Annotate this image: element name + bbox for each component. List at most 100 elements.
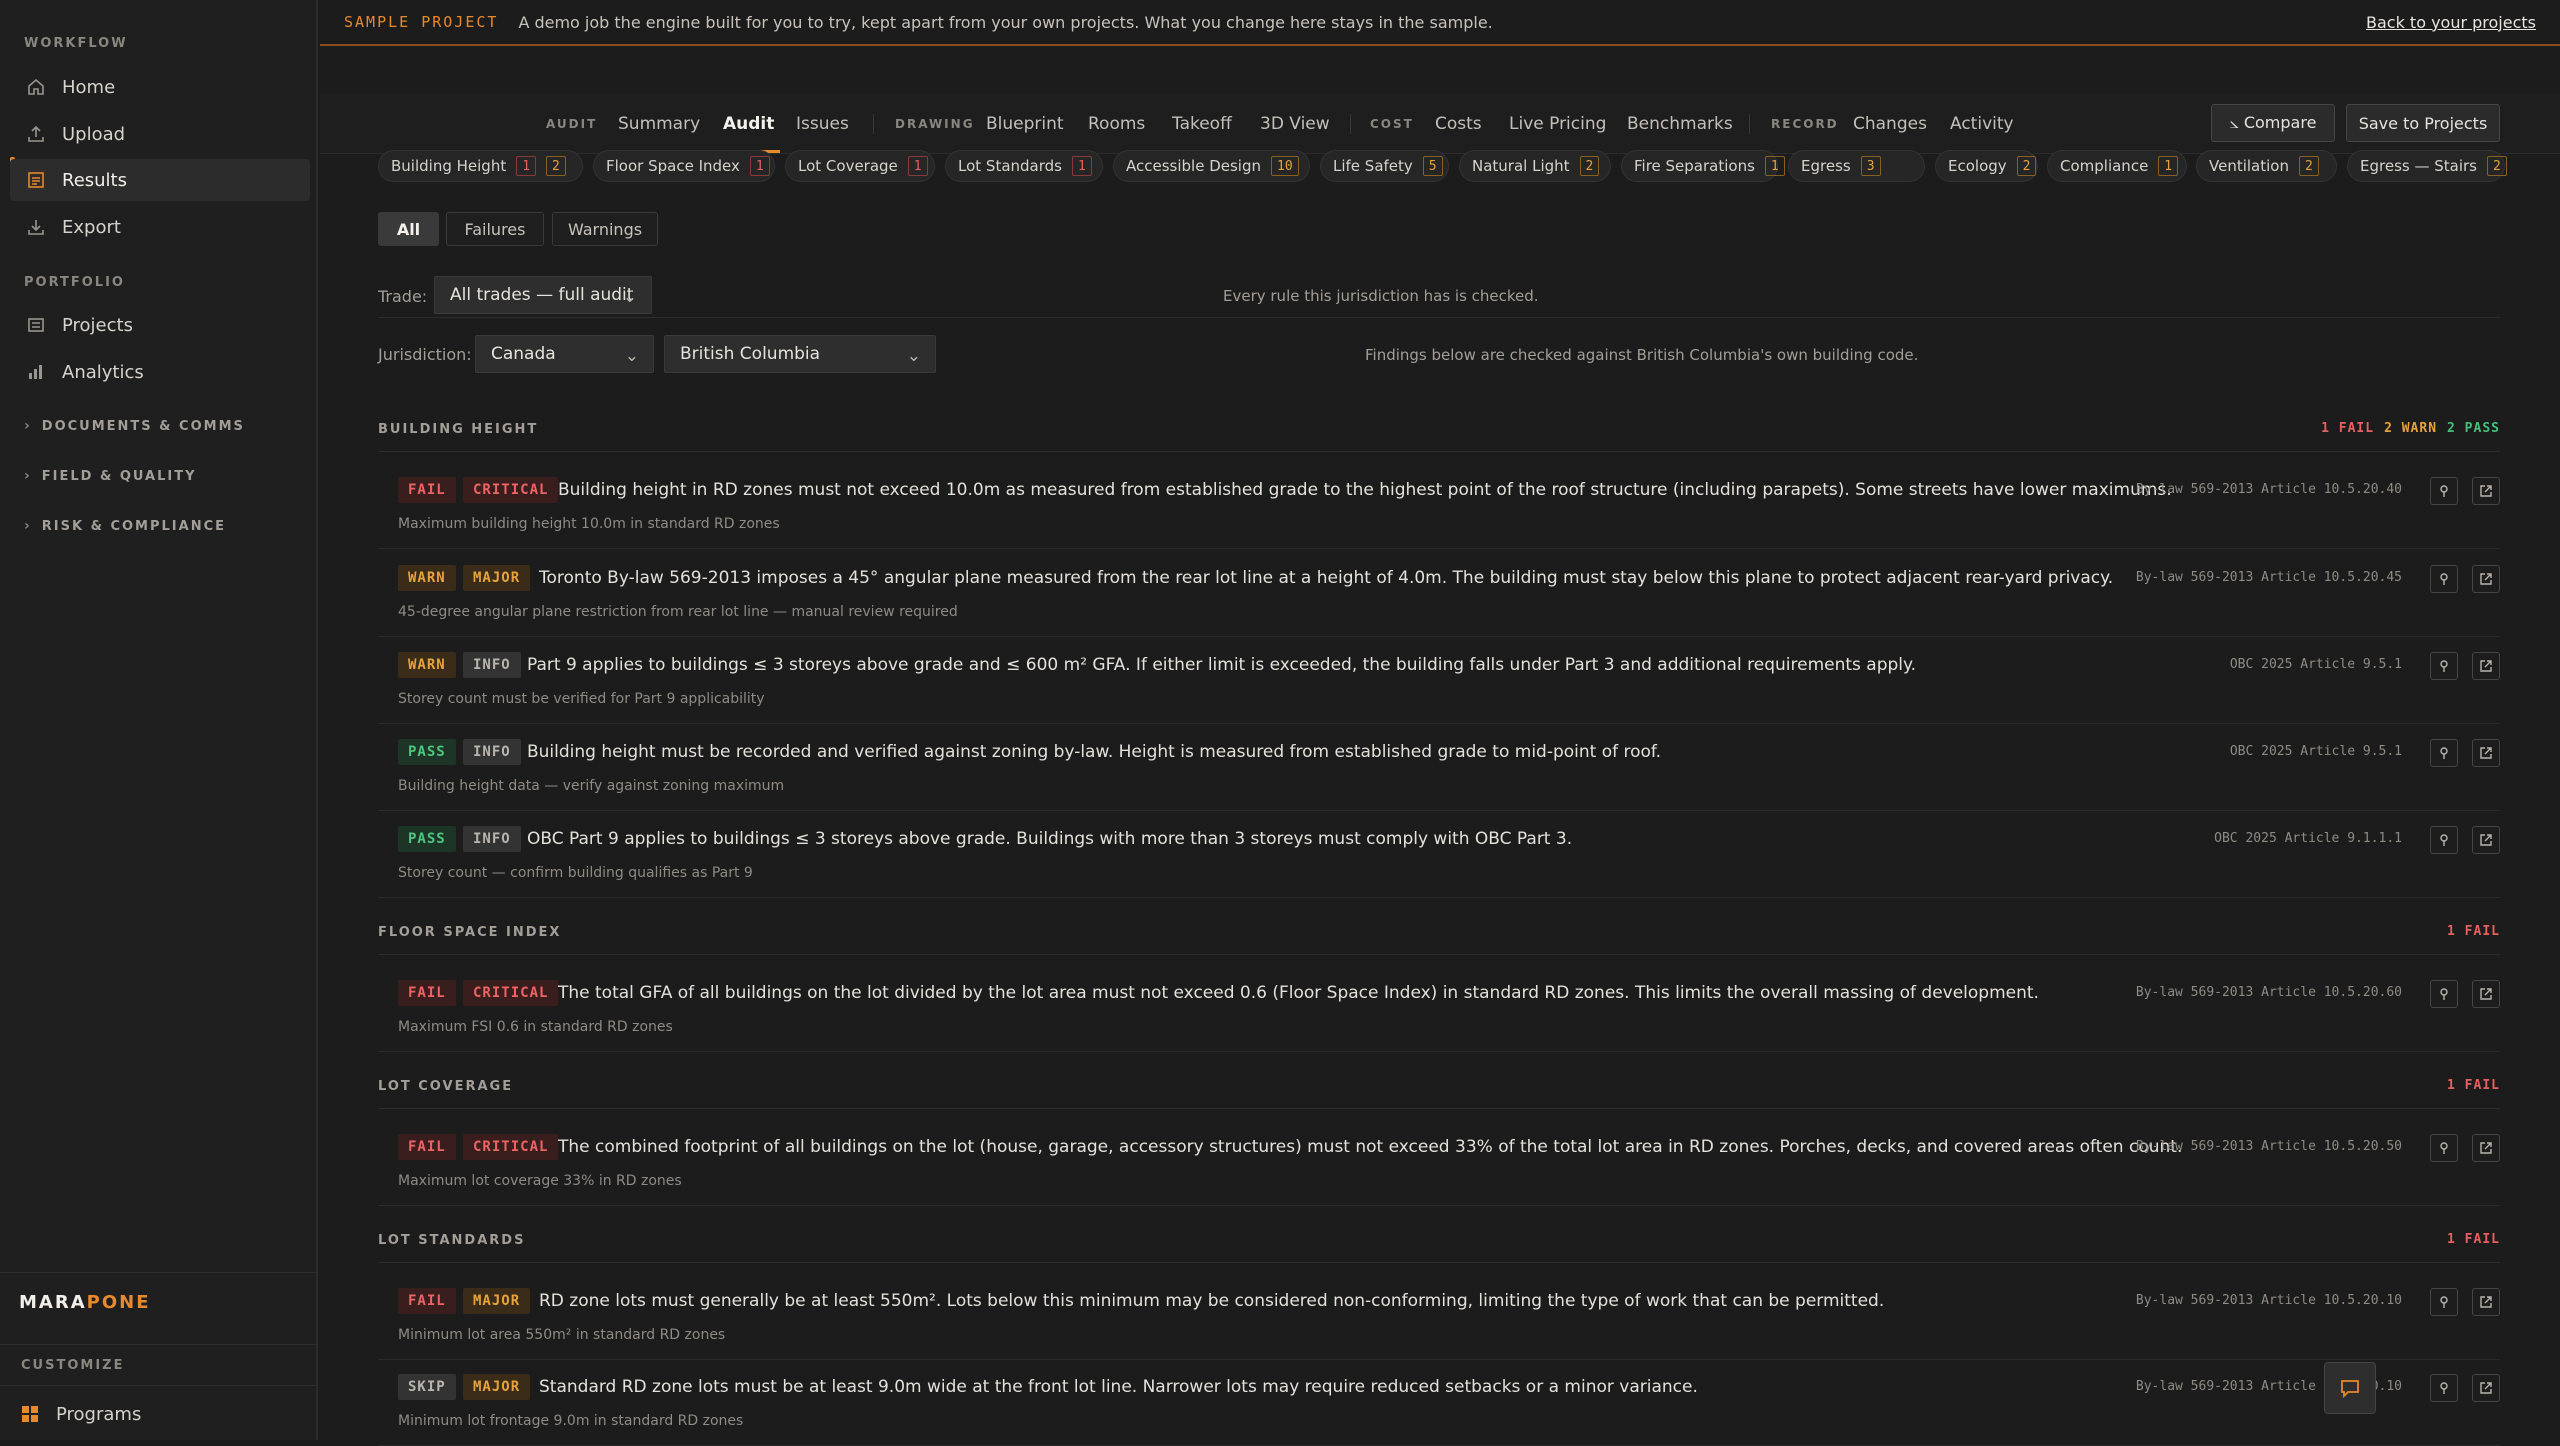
finding-text: Standard RD zone lots must be at least 9… xyxy=(539,1377,1698,1397)
locate-pin-button[interactable] xyxy=(2430,1374,2458,1402)
sidebar-item-projects[interactable]: Projects xyxy=(10,304,310,346)
locate-pin-button[interactable] xyxy=(2430,652,2458,680)
section-count: 1 FAIL xyxy=(2447,924,2500,939)
country-select[interactable]: Canada ⌄ xyxy=(475,335,654,373)
chip-building-height[interactable]: Building Height 1 2 xyxy=(378,150,583,182)
chip-ventilation[interactable]: Ventilation 2 xyxy=(2196,150,2337,182)
open-external-button[interactable] xyxy=(2472,1134,2500,1162)
open-external-button[interactable] xyxy=(2472,565,2500,593)
chip-natural-light[interactable]: Natural Light 2 xyxy=(1459,150,1611,182)
save-to-projects-button[interactable]: Save to Projects xyxy=(2346,104,2500,142)
finding-row[interactable]: PASS INFO Building height must be recorded… xyxy=(378,723,2500,811)
open-external-button[interactable] xyxy=(2472,826,2500,854)
tab-3d-view[interactable]: 3D View xyxy=(1260,94,1330,154)
locate-pin-button[interactable] xyxy=(2430,826,2458,854)
finding-detail: Minimum lot area 550m² in standard RD zo… xyxy=(398,1327,726,1343)
finding-text: Part 9 applies to buildings ≤ 3 storeys … xyxy=(527,655,1917,675)
tab-changes[interactable]: Changes xyxy=(1853,94,1927,154)
tab-summary[interactable]: Summary xyxy=(618,94,700,154)
divider xyxy=(378,317,2500,318)
back-to-projects-link[interactable]: Back to your projects xyxy=(2366,13,2536,32)
severity-badge: INFO xyxy=(463,826,521,852)
locate-pin-button[interactable] xyxy=(2430,477,2458,505)
tab-takeoff[interactable]: Takeoff xyxy=(1172,94,1232,154)
open-external-button[interactable] xyxy=(2472,1374,2500,1402)
group-risk-compliance[interactable]: › RISK & COMPLIANCE xyxy=(24,518,226,534)
finding-row[interactable]: FAIL CRITICAL The combined footprint of al… xyxy=(378,1118,2500,1206)
group-label: FIELD & QUALITY xyxy=(41,468,197,484)
external-link-icon xyxy=(2480,573,2492,585)
tab-blueprint[interactable]: Blueprint xyxy=(986,94,1064,154)
locate-pin-button[interactable] xyxy=(2430,565,2458,593)
code-reference: OBC 2025 Article 9.5.1 xyxy=(2229,744,2402,759)
chip-floor-space-index[interactable]: Floor Space Index 1 xyxy=(593,150,775,182)
severity-badge: MAJOR xyxy=(463,1288,531,1314)
tab-rooms[interactable]: Rooms xyxy=(1088,94,1145,154)
finding-row[interactable]: SKIP MAJOR Standard RD zone lots must be a… xyxy=(378,1358,2500,1446)
finding-detail: Building height data — verify against zo… xyxy=(398,778,785,794)
trade-select[interactable]: All trades — full audit ⌄ xyxy=(434,276,652,314)
chip-lot-coverage[interactable]: Lot Coverage 1 xyxy=(785,150,935,182)
sidebar-item-home[interactable]: Home xyxy=(10,66,310,108)
locate-pin-button[interactable] xyxy=(2430,739,2458,767)
chip-label: Egress xyxy=(1801,157,1851,175)
section-count: 2 PASS xyxy=(2447,421,2500,436)
chevron-right-icon: › xyxy=(24,468,30,484)
chip-label: Egress — Stairs xyxy=(2360,157,2477,175)
finding-row[interactable]: WARN INFO Part 9 applies to buildings ≤ 3 … xyxy=(378,636,2500,724)
group-field-quality[interactable]: › FIELD & QUALITY xyxy=(24,468,197,484)
chip-egress-stairs[interactable]: Egress — Stairs 2 xyxy=(2347,150,2507,182)
sidebar-item-export[interactable]: Export xyxy=(10,206,310,248)
open-external-button[interactable] xyxy=(2472,1288,2500,1316)
finding-row[interactable]: FAIL MAJOR RD zone lots must generally be … xyxy=(378,1272,2500,1360)
filter-failures[interactable]: Failures xyxy=(446,212,544,246)
sidebar-item-analytics[interactable]: Analytics xyxy=(10,351,310,393)
open-external-button[interactable] xyxy=(2472,980,2500,1008)
compare-button[interactable]: ⦣ Compare xyxy=(2211,104,2335,142)
external-link-icon xyxy=(2480,834,2492,846)
chip-ecology[interactable]: Ecology 2 xyxy=(1935,150,2038,182)
sidebar-item-programs[interactable]: Programs xyxy=(4,1393,304,1435)
tab-live-pricing[interactable]: Live Pricing xyxy=(1509,94,1606,154)
severity-badge: INFO xyxy=(463,652,521,678)
group-label: RISK & COMPLIANCE xyxy=(41,518,226,534)
locate-pin-button[interactable] xyxy=(2430,980,2458,1008)
chip-life-safety[interactable]: Life Safety 5 xyxy=(1320,150,1449,182)
finding-row[interactable]: FAIL CRITICAL The total GFA of all buildin… xyxy=(378,964,2500,1052)
grid-icon xyxy=(20,1404,40,1424)
chevron-right-icon: › xyxy=(24,418,30,434)
filter-warnings[interactable]: Warnings xyxy=(552,212,658,246)
finding-row[interactable]: FAIL CRITICAL Building height in RD zones … xyxy=(378,461,2500,549)
group-documents-comms[interactable]: › DOCUMENTS & COMMS xyxy=(24,418,245,434)
tab-audit[interactable]: Audit xyxy=(723,94,774,154)
chip-accessible-design[interactable]: Accessible Design 10 xyxy=(1113,150,1310,182)
sidebar-item-results[interactable]: Results xyxy=(10,159,310,201)
finding-text: OBC Part 9 applies to buildings ≤ 3 stor… xyxy=(527,829,1573,849)
tab-benchmarks[interactable]: Benchmarks xyxy=(1627,94,1733,154)
severity-badge: MAJOR xyxy=(463,565,531,591)
external-link-icon xyxy=(2480,1142,2492,1154)
chip-lot-standards[interactable]: Lot Standards 1 xyxy=(945,150,1103,182)
finding-detail: Maximum building height 10.0m in standar… xyxy=(398,516,780,532)
filter-all[interactable]: All xyxy=(378,212,439,246)
locate-pin-button[interactable] xyxy=(2430,1134,2458,1162)
sidebar-item-label: Projects xyxy=(62,314,133,336)
open-external-button[interactable] xyxy=(2472,477,2500,505)
open-external-button[interactable] xyxy=(2472,739,2500,767)
jurisdiction-note: Findings below are checked against Briti… xyxy=(1365,346,1919,364)
finding-row[interactable]: WARN MAJOR Toronto By-law 569-2013 imposes… xyxy=(378,549,2500,637)
tab-costs[interactable]: Costs xyxy=(1435,94,1482,154)
sidebar: WORKFLOW Home Upload Results Export PORT… xyxy=(0,0,318,1440)
chip-fire-separations[interactable]: Fire Separations 1 xyxy=(1621,150,1785,182)
chip-compliance[interactable]: Compliance 1 xyxy=(2047,150,2187,182)
open-external-button[interactable] xyxy=(2472,652,2500,680)
tab-activity[interactable]: Activity xyxy=(1950,94,2014,154)
finding-row[interactable]: PASS INFO OBC Part 9 applies to buildings … xyxy=(378,810,2500,898)
chat-button[interactable] xyxy=(2324,1362,2376,1414)
tab-issues[interactable]: Issues xyxy=(796,94,849,154)
locate-pin-button[interactable] xyxy=(2430,1288,2458,1316)
divider xyxy=(873,114,874,134)
chip-egress[interactable]: Egress 3 xyxy=(1788,150,1925,182)
sidebar-item-upload[interactable]: Upload xyxy=(10,113,310,155)
region-select[interactable]: British Columbia ⌄ xyxy=(664,335,936,373)
